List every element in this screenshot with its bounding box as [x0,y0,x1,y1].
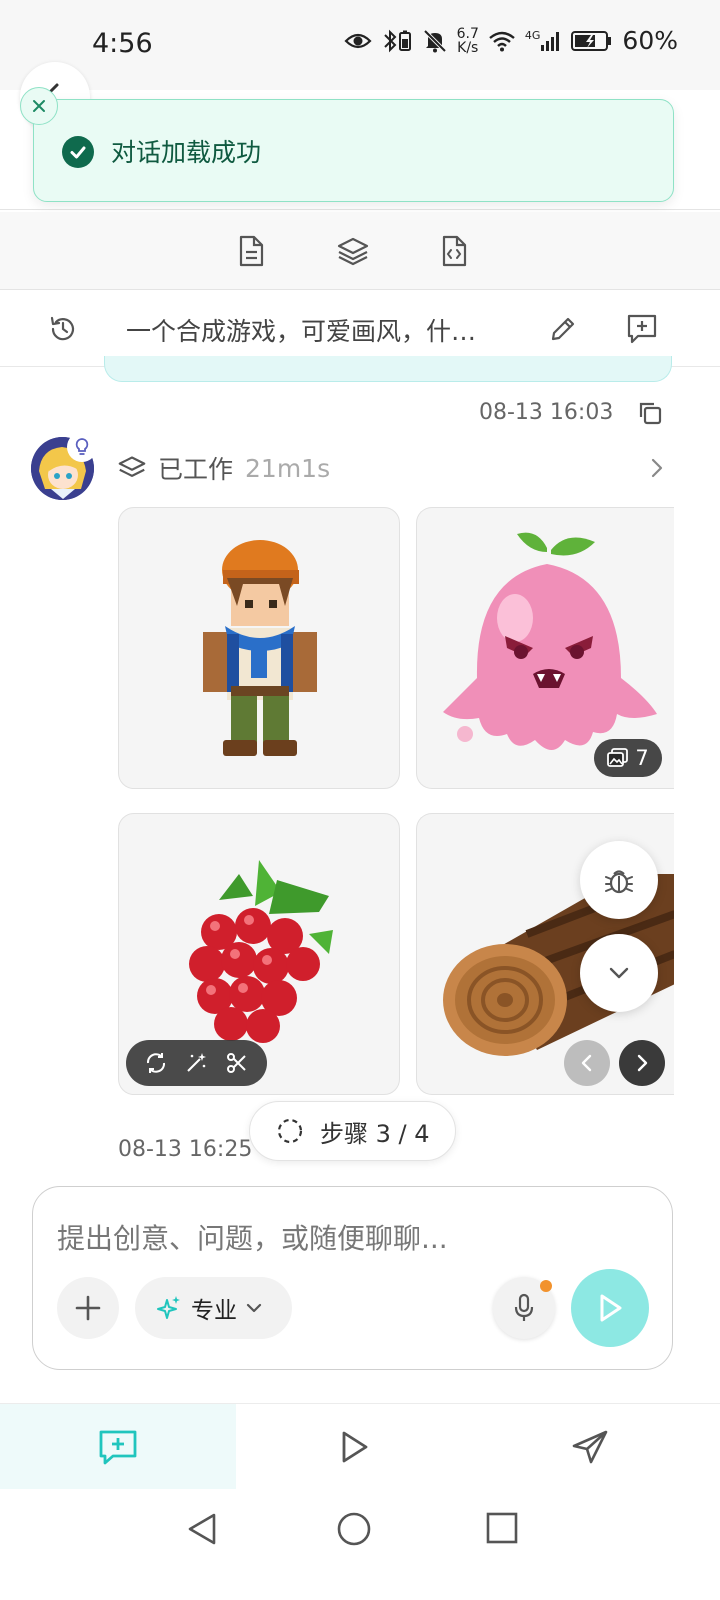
net-speed: 6.7 K/s [456,25,479,56]
send-plane-icon [572,1430,608,1464]
play-icon [342,1431,368,1463]
status-icons: 6.7 K/s 4G 60% [344,26,678,55]
message-input[interactable]: 提出创意、问题，或随便聊聊... [57,1217,448,1257]
message-composer: 提出创意、问题，或随便聊聊... 专业 [32,1186,673,1370]
sparkle-icon [157,1296,180,1319]
image-count-badge[interactable]: 7 [594,739,662,777]
debug-button[interactable] [580,841,658,919]
status-bar: 4:56 6.7 K/s 4G 60% [0,0,720,90]
next-image-button[interactable] [619,1040,665,1086]
recording-indicator-dot [540,1280,552,1292]
home-nav-icon[interactable] [336,1511,372,1547]
worked-duration: 21m1s [245,453,331,483]
message-timestamp: 08-13 16:03 [479,400,614,425]
history-icon[interactable] [48,314,78,344]
scissors-icon[interactable] [225,1051,249,1075]
back-nav-icon[interactable] [184,1511,220,1547]
layers-icon[interactable] [336,234,370,268]
tab-play[interactable] [236,1404,472,1490]
tab-chat[interactable] [0,1404,236,1490]
step-progress-pill[interactable]: 步骤 3 / 4 [249,1101,456,1161]
image-card-adventurer[interactable] [118,507,400,789]
system-navigation-bar [0,1489,720,1600]
chevron-left-icon [581,1054,592,1072]
status-time: 4:56 [92,28,153,59]
toast-message: 对话加载成功 [111,138,262,167]
chat-plus-icon [99,1430,137,1465]
edit-title-icon[interactable] [549,315,577,343]
tab-share[interactable] [472,1404,708,1490]
bug-icon [605,870,633,894]
layers-icon [118,454,146,482]
bottom-tab-bar [0,1403,720,1490]
copy-icon[interactable] [637,400,663,426]
user-message-bubble [104,356,672,382]
chevron-down-icon [609,967,629,979]
mute-bell-icon [422,28,448,54]
message-timestamp: 08-13 16:25 [118,1137,253,1162]
send-icon [600,1294,622,1322]
view-toolbar [0,212,720,290]
close-icon [33,100,45,112]
chevron-right-icon [637,1054,648,1072]
loading-spinner-icon [277,1118,303,1144]
conversation-title: 一个合成游戏，可爱画风，什… [126,317,477,346]
previous-image-button[interactable] [564,1040,610,1086]
recents-nav-icon[interactable] [485,1511,519,1545]
document-icon[interactable] [234,234,268,268]
send-button[interactable] [571,1269,649,1347]
toast-notification: 对话加载成功 [33,99,674,202]
mode-label: 专业 [191,1298,237,1324]
regenerate-icon[interactable] [144,1051,168,1075]
chevron-right-icon[interactable] [648,456,666,480]
scroll-down-button[interactable] [580,934,658,1012]
microphone-icon [514,1293,534,1321]
work-status-row[interactable]: 已工作 21m1s [118,450,330,486]
image-edit-toolbar [126,1040,267,1086]
plus-icon [75,1295,101,1321]
code-file-icon[interactable] [437,234,471,268]
battery-icon [571,30,613,52]
new-chat-icon[interactable] [624,311,660,347]
image-count: 7 [635,746,649,770]
battery-percent: 60% [622,26,678,55]
worked-label: 已工作 [158,455,234,484]
check-icon [62,136,94,168]
gallery-icon [607,748,629,767]
wifi-icon [488,30,516,52]
bluetooth-battery-icon [381,29,413,53]
chevron-down-icon [246,1303,262,1313]
eye-icon [344,31,372,51]
lightbulb-icon [67,432,97,462]
step-label: 步骤 3 / 4 [320,1119,430,1148]
adventurer-sprite [203,540,317,756]
mode-selector[interactable]: 专业 [135,1277,292,1339]
cell-signal-icon: 4G [525,30,563,52]
magic-wand-icon[interactable] [184,1051,208,1075]
toast-close-button[interactable] [20,87,58,125]
attach-button[interactable] [57,1277,119,1339]
